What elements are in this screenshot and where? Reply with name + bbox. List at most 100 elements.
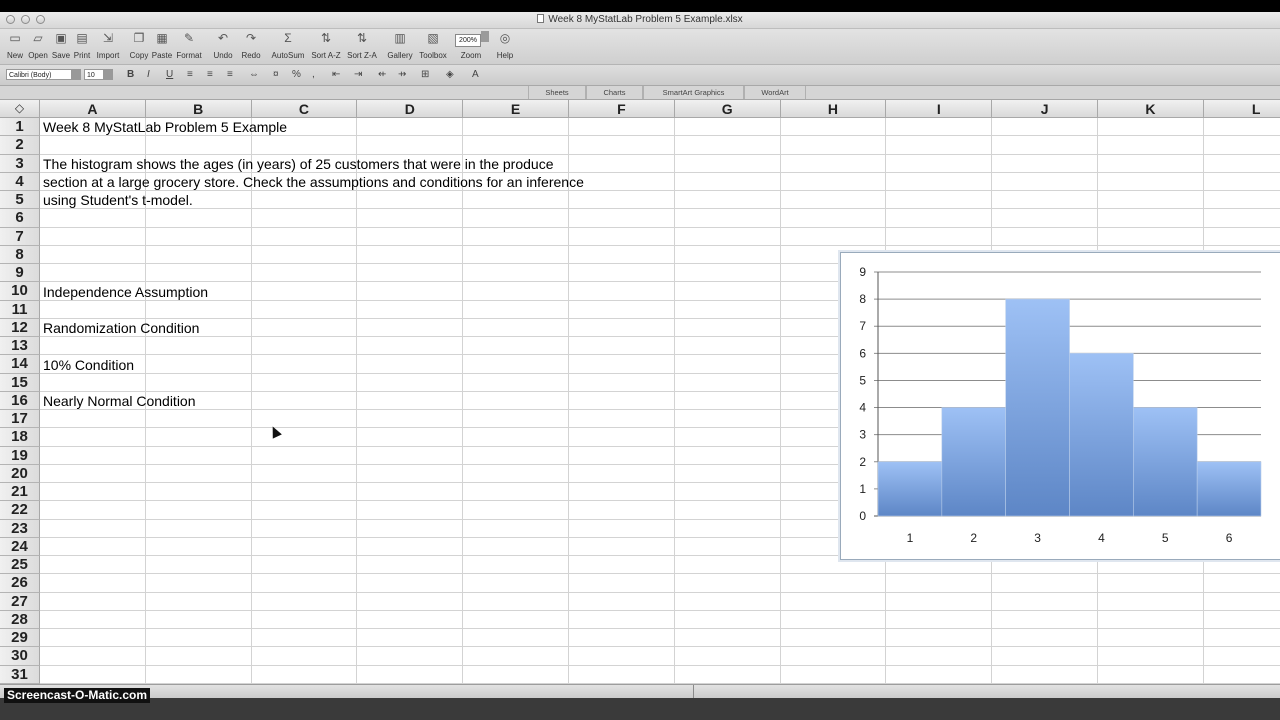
row-header-14[interactable]: 14	[0, 355, 40, 374]
column-header-l[interactable]: L	[1203, 100, 1280, 118]
row-header-13[interactable]: 13	[0, 337, 40, 356]
format-button[interactable]: ✎ Format	[172, 31, 206, 60]
histogram-bar-5[interactable]	[1133, 407, 1198, 517]
column-header-b[interactable]: B	[145, 100, 252, 118]
select-all-corner[interactable]: ◇	[0, 100, 40, 118]
worksheet-grid[interactable]: ◇ ABCDEFGHIJKL 1 2 3 4 5 6 7 8 9 10 11 12 13 14 15 16 17…	[0, 100, 1280, 684]
align-center-icon[interactable]: ≡	[207, 68, 213, 81]
column-header-h[interactable]: H	[780, 100, 887, 118]
column-header-c[interactable]: C	[251, 100, 358, 118]
column-header-e[interactable]: E	[463, 100, 569, 118]
scrollbar-divider[interactable]	[693, 685, 694, 699]
font-name-select[interactable]: Calibri (Body)	[6, 69, 72, 80]
font-size-dropdown-arrow[interactable]	[104, 69, 113, 80]
row-header-20[interactable]: 20	[0, 464, 40, 483]
row-header-24[interactable]: 24	[0, 537, 40, 556]
font-size-select[interactable]: 10	[84, 69, 104, 80]
row-header-8[interactable]: 8	[0, 245, 40, 264]
row-header-31[interactable]: 31	[0, 665, 40, 684]
row-header-22[interactable]: 22	[0, 501, 40, 520]
row-header-6[interactable]: 6	[0, 209, 40, 228]
increase-indent-icon[interactable]: ⇸	[398, 68, 406, 81]
gallery-button[interactable]: ▥ Gallery	[383, 31, 417, 60]
histogram-bar-2[interactable]	[941, 407, 1006, 517]
row-header-9[interactable]: 9	[0, 264, 40, 283]
row-header-15[interactable]: 15	[0, 373, 40, 392]
row-header-21[interactable]: 21	[0, 483, 40, 502]
align-left-icon[interactable]: ≡	[187, 68, 193, 81]
row-header-26[interactable]: 26	[0, 574, 40, 593]
zoom-control[interactable]: 200% Zoom	[454, 31, 489, 60]
row-header-10[interactable]: 10	[0, 282, 40, 301]
row-header-12[interactable]: 12	[0, 318, 40, 337]
underline-icon[interactable]: U	[166, 68, 173, 81]
row-header-25[interactable]: 25	[0, 556, 40, 575]
cell-a10[interactable]: Independence Assumption	[43, 283, 208, 301]
font-color-icon[interactable]: A	[472, 68, 479, 81]
align-right-icon[interactable]: ≡	[227, 68, 233, 81]
column-header-g[interactable]: G	[674, 100, 781, 118]
row-header-5[interactable]: 5	[0, 191, 40, 210]
cell-a12[interactable]: Randomization Condition	[43, 319, 199, 337]
tab-sheets[interactable]: Sheets	[528, 86, 586, 99]
row-header-4[interactable]: 4	[0, 172, 40, 191]
sigma-icon: Σ	[284, 31, 292, 45]
help-button[interactable]: ◎ Help	[488, 31, 522, 60]
decrease-decimal-icon[interactable]: ⇥	[354, 68, 362, 81]
borders-icon[interactable]: ⊞	[421, 68, 429, 81]
row-header-27[interactable]: 27	[0, 592, 40, 611]
percent-icon[interactable]: %	[292, 68, 301, 81]
increase-decimal-icon[interactable]: ⇤	[332, 68, 340, 81]
row-header-7[interactable]: 7	[0, 227, 40, 246]
column-header-a[interactable]: A	[40, 100, 146, 118]
histogram-bar-3[interactable]	[1005, 298, 1070, 517]
row-header-16[interactable]: 16	[0, 391, 40, 410]
import-button[interactable]: ⇲ Import	[91, 31, 125, 60]
tab-charts[interactable]: Charts	[586, 86, 643, 99]
row-header-11[interactable]: 11	[0, 300, 40, 319]
redo-button[interactable]: ↷ Redo	[234, 31, 268, 60]
row-header-29[interactable]: 29	[0, 629, 40, 648]
tab-smartart-graphics[interactable]: SmartArt Graphics	[643, 86, 744, 99]
sort-za-button[interactable]: ⇅ Sort Z-A	[345, 31, 379, 60]
toolbox-icon: ▧	[427, 31, 439, 45]
column-header-j[interactable]: J	[992, 100, 1098, 118]
row-header-2[interactable]: 2	[0, 136, 40, 155]
cell-a14[interactable]: 10% Condition	[43, 356, 134, 374]
italic-icon[interactable]: I	[147, 68, 150, 81]
histogram-chart[interactable]: 0 1 2 3 4 5 6 7 8 9 1 2 3 4 5 6	[840, 252, 1280, 560]
column-header-f[interactable]: F	[569, 100, 675, 118]
cell-a4[interactable]: section at a large grocery store. Check …	[43, 173, 584, 191]
histogram-bar-6[interactable]	[1196, 461, 1262, 517]
row-header-19[interactable]: 19	[0, 446, 40, 465]
row-header-1[interactable]: 1	[0, 118, 40, 137]
row-header-3[interactable]: 3	[0, 154, 40, 173]
row-header-23[interactable]: 23	[0, 519, 40, 538]
autosum-button[interactable]: Σ AutoSum	[271, 31, 305, 60]
histogram-bar-1[interactable]	[877, 461, 943, 517]
row-header-18[interactable]: 18	[0, 428, 40, 447]
column-header-k[interactable]: K	[1098, 100, 1204, 118]
comma-style-icon[interactable]: ,	[312, 68, 315, 81]
merge-icon[interactable]: ⇔	[249, 68, 259, 81]
column-header-d[interactable]: D	[357, 100, 464, 118]
cell-a16[interactable]: Nearly Normal Condition	[43, 392, 196, 410]
fill-color-icon[interactable]: ◈	[446, 68, 454, 81]
cell-a1[interactable]: Week 8 MyStatLab Problem 5 Example	[43, 118, 287, 136]
tab-wordart[interactable]: WordArt	[744, 86, 806, 99]
currency-icon[interactable]: ¤	[273, 68, 279, 81]
cell-a3[interactable]: The histogram shows the ages (in years) …	[43, 155, 553, 173]
sort-az-button[interactable]: ⇅ Sort A-Z	[309, 31, 343, 60]
font-name-dropdown-arrow[interactable]	[72, 69, 81, 80]
horizontal-scrollbar[interactable]	[0, 684, 1280, 699]
row-header-30[interactable]: 30	[0, 647, 40, 666]
row-header-28[interactable]: 28	[0, 610, 40, 629]
row-header-17[interactable]: 17	[0, 410, 40, 429]
cell-a5[interactable]: using Student's t-model.	[43, 191, 193, 209]
toolbox-button[interactable]: ▧ Toolbox	[416, 31, 450, 60]
bold-icon[interactable]: B	[127, 68, 134, 81]
histogram-bar-4[interactable]	[1069, 353, 1134, 517]
zoom-field[interactable]: 200%	[455, 34, 481, 47]
decrease-indent-icon[interactable]: ⇷	[378, 68, 386, 81]
column-header-i[interactable]: I	[886, 100, 993, 118]
